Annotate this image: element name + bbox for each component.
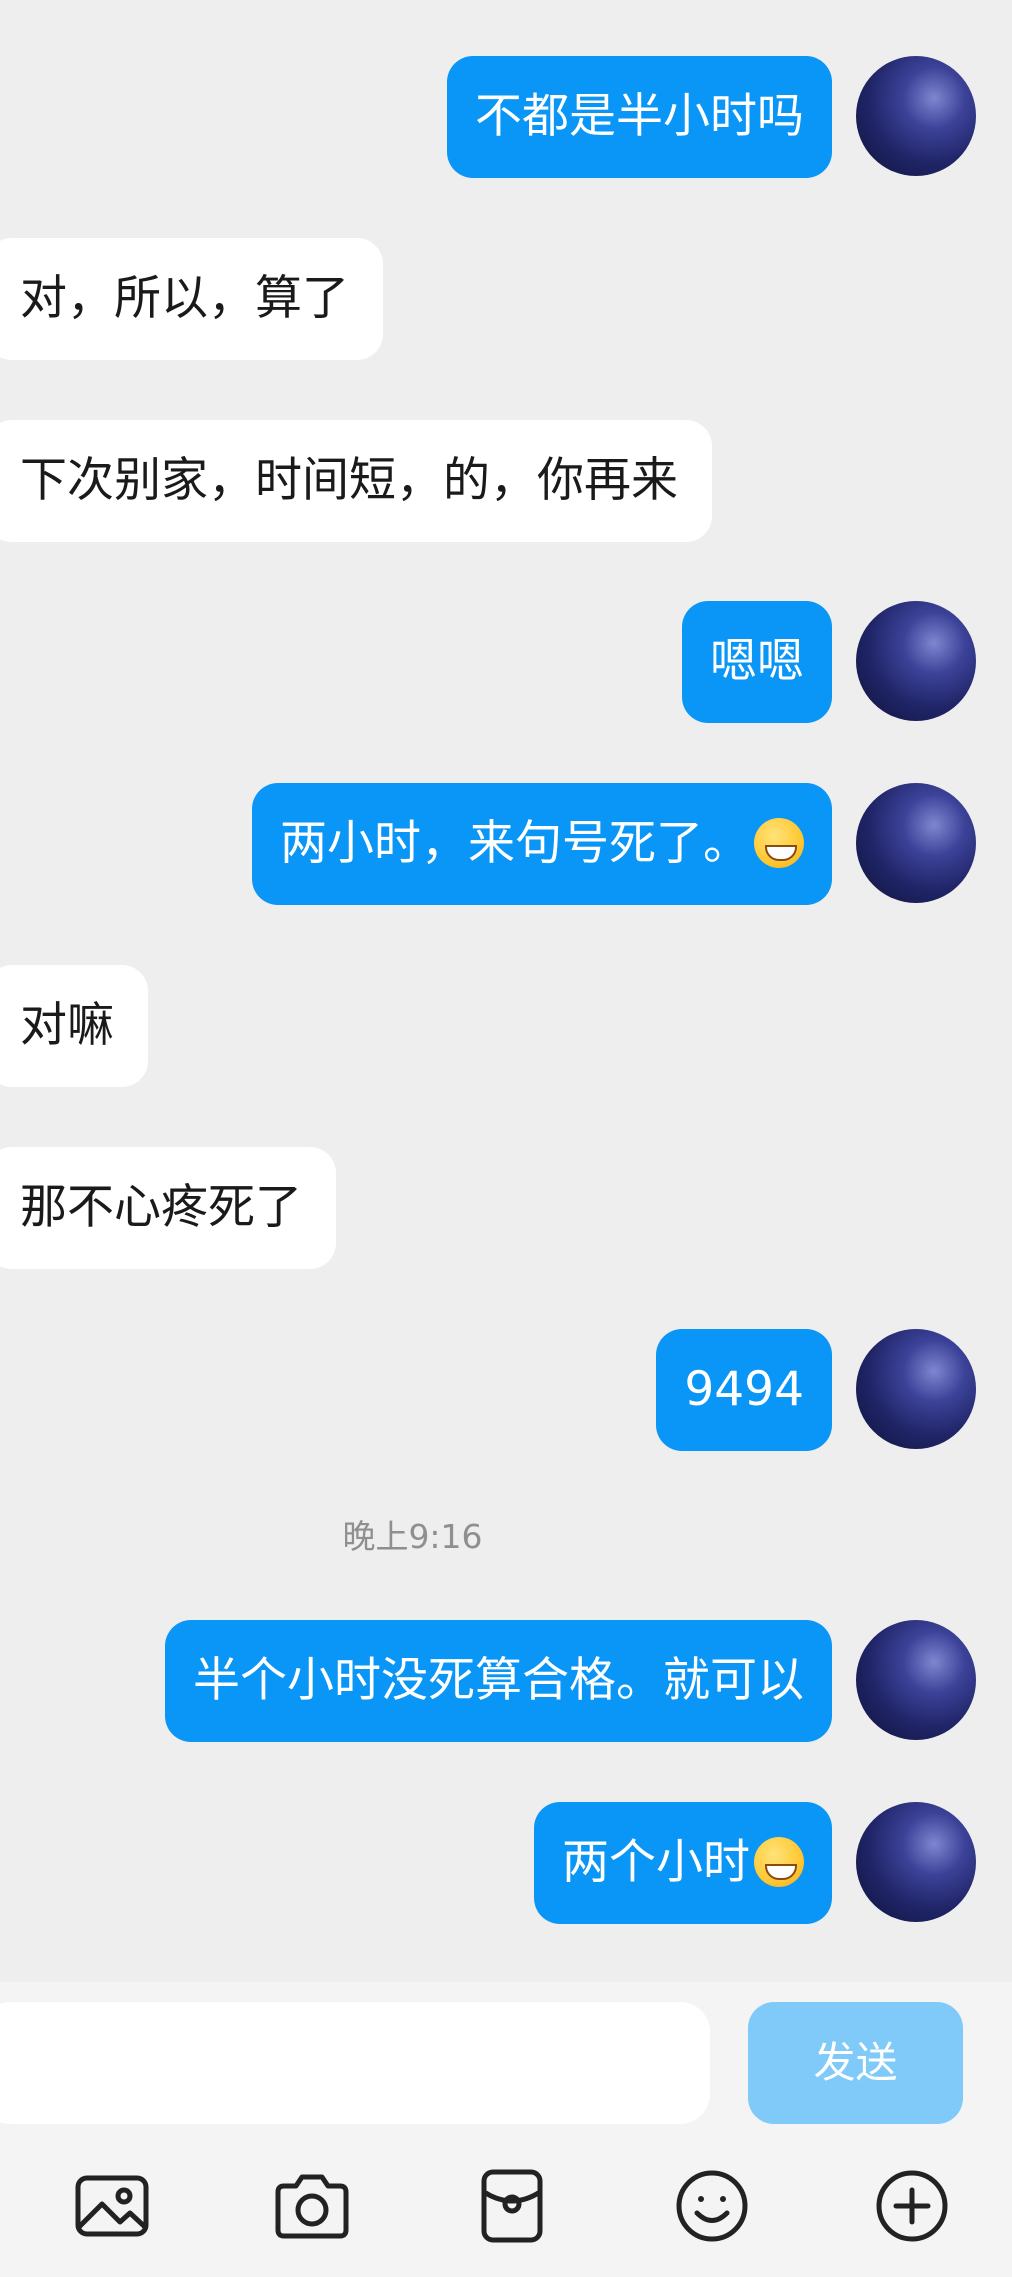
outgoing-message-bubble[interactable]: 9494 [656, 1329, 832, 1451]
avatar[interactable] [856, 1329, 976, 1449]
chat-area[interactable]: 不都是半小时吗 对，所以，算了 下次别家，时间短，的，你再来 嗯嗯 两小时，来句… [0, 0, 1012, 1982]
outgoing-message-bubble[interactable]: 两小时，来句号死了。 [252, 783, 832, 905]
message-row: 9494 [0, 1329, 1012, 1451]
message-timestamp: 晚上9:16 [342, 1517, 483, 1556]
plus-icon[interactable] [872, 2166, 952, 2246]
input-toolbar [0, 2132, 1012, 2277]
avatar[interactable] [856, 1802, 976, 1922]
message-row: 两个小时 [0, 1802, 1012, 1924]
message-input[interactable] [0, 2002, 710, 2124]
message-row: 那不心疼死了 [0, 1147, 1012, 1269]
incoming-message-bubble[interactable]: 下次别家，时间短，的，你再来 [0, 420, 712, 542]
message-row: 不都是半小时吗 [0, 56, 1012, 178]
outgoing-message-bubble[interactable]: 半个小时没死算合格。就可以 [165, 1620, 832, 1742]
avatar[interactable] [856, 601, 976, 721]
message-row: 嗯嗯 [0, 601, 1012, 723]
incoming-message-bubble[interactable]: 对嘛 [0, 965, 148, 1087]
message-text: 两小时，来句号死了。 [280, 816, 750, 871]
avatar[interactable] [856, 56, 976, 176]
camera-icon[interactable] [272, 2166, 352, 2246]
incoming-message-bubble[interactable]: 对，所以，算了 [0, 238, 383, 360]
message-row: 下次别家，时间短，的，你再来 [0, 420, 1012, 542]
incoming-message-bubble[interactable]: 那不心疼死了 [0, 1147, 336, 1269]
message-row: 两小时，来句号死了。 [0, 783, 1012, 905]
red-packet-icon[interactable] [472, 2166, 552, 2246]
avatar[interactable] [856, 783, 976, 903]
grinning-face-emoji [754, 1836, 804, 1887]
input-bar: 发送 [0, 1982, 1012, 2132]
message-row: 对嘛 [0, 965, 1012, 1087]
message-row: 对，所以，算了 [0, 238, 1012, 360]
send-button[interactable]: 发送 [748, 2002, 963, 2124]
avatar[interactable] [856, 1620, 976, 1740]
outgoing-message-bubble[interactable]: 不都是半小时吗 [447, 56, 832, 178]
message-text: 两个小时 [562, 1835, 750, 1890]
outgoing-message-bubble[interactable]: 嗯嗯 [682, 601, 832, 723]
image-icon[interactable] [72, 2166, 152, 2246]
tears-of-joy-emoji [754, 817, 804, 868]
message-row: 半个小时没死算合格。就可以 [0, 1620, 1012, 1742]
emoji-icon[interactable] [672, 2166, 752, 2246]
outgoing-message-bubble[interactable]: 两个小时 [534, 1802, 832, 1924]
